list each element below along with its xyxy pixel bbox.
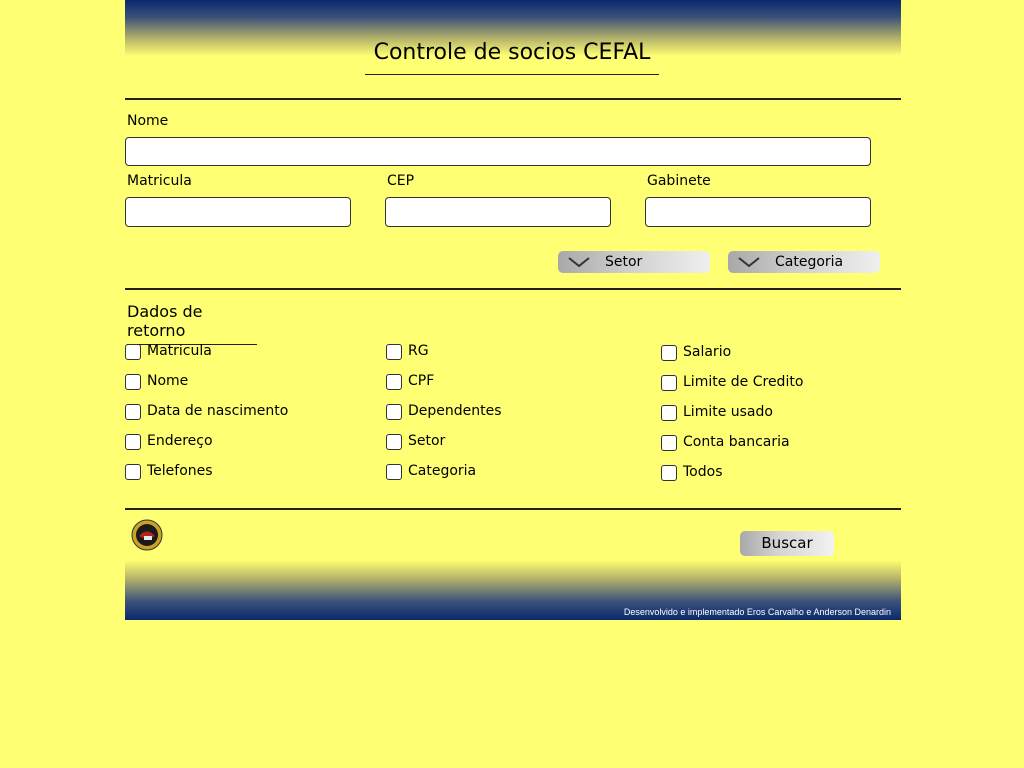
divider-bottom xyxy=(125,508,901,510)
checkbox-box[interactable] xyxy=(125,464,141,480)
checkbox-label: Todos xyxy=(683,464,723,480)
cep-input[interactable] xyxy=(385,197,611,227)
checkbox-box[interactable] xyxy=(661,405,677,421)
checkbox-box[interactable] xyxy=(125,404,141,420)
cefal-logo-icon xyxy=(131,519,163,551)
checkbox-label: Setor xyxy=(408,433,446,449)
checkbox-box[interactable] xyxy=(386,344,402,360)
gabinete-label: Gabinete xyxy=(647,173,711,189)
setor-dropdown[interactable]: Setor xyxy=(558,251,710,273)
checkbox-box[interactable] xyxy=(386,374,402,390)
nome-label: Nome xyxy=(127,113,169,129)
categoria-dropdown-label: Categoria xyxy=(775,254,844,270)
nome-input[interactable] xyxy=(125,137,871,166)
checkbox-box[interactable] xyxy=(125,374,141,390)
checkbox-label: Limite de Credito xyxy=(683,374,804,390)
dados-retorno-title: Dados de retorno xyxy=(127,302,257,345)
footer-credits: Desenvolvido e implementado Eros Carvalh… xyxy=(623,607,891,617)
chevron-down-icon xyxy=(738,257,760,268)
divider-top xyxy=(125,98,901,100)
main-panel: Controle de socios CEFAL Nome Matricula … xyxy=(125,0,901,620)
buscar-button[interactable]: Buscar xyxy=(740,531,834,556)
checkbox-label: RG xyxy=(408,343,429,359)
checkbox-box[interactable] xyxy=(386,404,402,420)
checkbox-label: Salario xyxy=(683,344,732,360)
checkbox-box[interactable] xyxy=(661,435,677,451)
checkbox-box[interactable] xyxy=(125,344,141,360)
checkbox-label: Limite usado xyxy=(683,404,773,420)
checkbox-label: Categoria xyxy=(408,463,477,479)
checkbox-label: Dependentes xyxy=(408,403,502,419)
checkbox-box[interactable] xyxy=(661,345,677,361)
setor-dropdown-label: Setor xyxy=(605,254,643,270)
checkbox-label: Nome xyxy=(147,373,189,389)
checkbox-box[interactable] xyxy=(661,465,677,481)
gabinete-input[interactable] xyxy=(645,197,871,227)
checkbox-label: Matricula xyxy=(147,343,212,359)
checkbox-label: CPF xyxy=(408,373,435,389)
checkbox-box[interactable] xyxy=(386,464,402,480)
checkbox-box[interactable] xyxy=(386,434,402,450)
cep-label: CEP xyxy=(387,173,415,189)
checkbox-label: Telefones xyxy=(147,463,213,479)
checkbox-label: Data de nascimento xyxy=(147,403,289,419)
checkbox-label: Endereço xyxy=(147,433,213,449)
footer-gradient-band: Desenvolvido e implementado Eros Carvalh… xyxy=(125,560,901,620)
chevron-down-icon xyxy=(568,257,590,268)
checkbox-box[interactable] xyxy=(661,375,677,391)
checkbox-box[interactable] xyxy=(125,434,141,450)
matricula-label: Matricula xyxy=(127,173,192,189)
divider-middle xyxy=(125,288,901,290)
categoria-dropdown[interactable]: Categoria xyxy=(728,251,880,273)
checkbox-label: Conta bancaria xyxy=(683,434,790,450)
matricula-input[interactable] xyxy=(125,197,351,227)
page-title: Controle de socios CEFAL xyxy=(365,38,659,75)
